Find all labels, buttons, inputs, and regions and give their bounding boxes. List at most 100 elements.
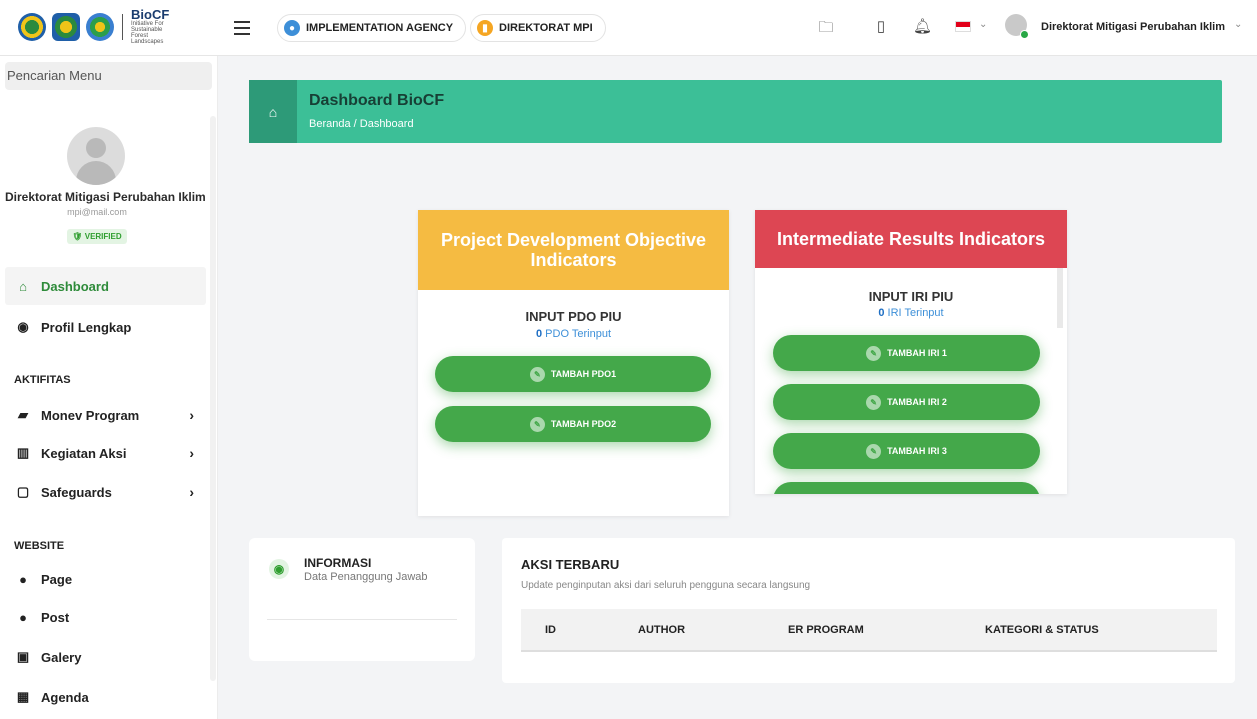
add-pdo1-label: TAMBAH PDO1: [550, 369, 617, 379]
sidebar-item-agenda[interactable]: ▦ Agenda: [5, 678, 206, 716]
user-circle-icon: ◉: [269, 559, 289, 579]
menu-search-input[interactable]: Pencarian Menu: [5, 62, 212, 90]
globe-icon: ●: [19, 609, 27, 625]
home-icon: ⌂: [19, 278, 27, 294]
edit-icon: ✎: [866, 394, 882, 410]
sidebar-item-label: Post: [41, 609, 70, 625]
breadcrumb[interactable]: Beranda / Dashboard: [309, 118, 414, 130]
profile-email: mpi@mail.com: [67, 207, 127, 217]
add-pdo2-label: TAMBAH PDO2: [550, 419, 617, 429]
add-iri3-button[interactable]: ✎ TAMBAH IRI 3: [773, 433, 1040, 469]
pdo-input-label: INPUT PDO PIU: [525, 309, 622, 324]
sidebar-item-galery[interactable]: ▣ Galery: [5, 638, 206, 676]
sidebar-item-label: Galery: [41, 649, 82, 665]
sidebar-item-label: Safeguards: [41, 484, 112, 500]
pdo-indicators-card: Project Development Objective Indicators…: [418, 210, 729, 516]
sidebar-item-dashboard[interactable]: ⌂ Dashboard: [5, 267, 206, 305]
page-title: Dashboard BioCF: [309, 92, 445, 109]
sidebar-item-post[interactable]: ● Post: [5, 598, 206, 636]
online-status-dot: [1020, 30, 1029, 39]
pdo-card-title: Project Development Objective Indicators: [418, 210, 729, 290]
column-header-er-program[interactable]: ER PROGRAM: [788, 624, 864, 636]
profile-avatar: [67, 127, 125, 185]
logo-group[interactable]: BioCF Initiative For Sustainable Forest …: [18, 7, 179, 45]
direktorat-icon: ▮: [477, 20, 493, 36]
verified-badge: 🛡︎ VERIFIED: [67, 229, 127, 244]
column-header-id[interactable]: ID: [545, 624, 556, 636]
edit-icon: ✎: [529, 366, 545, 382]
pdo-count-suffix: PDO Terinput: [542, 328, 611, 340]
iri-indicators-card: Intermediate Results Indicators INPUT IR…: [755, 210, 1067, 494]
aksi-title: AKSI TERBARU: [521, 557, 620, 572]
iri-count: 0 IRI Terinput: [755, 307, 1067, 319]
chevron-right-icon: ›: [189, 445, 194, 461]
column-header-author[interactable]: AUTHOR: [638, 624, 685, 636]
edit-icon: ✎: [529, 416, 545, 432]
iri-card-title: Intermediate Results Indicators: [755, 210, 1067, 268]
bell-icon[interactable]: 🔔︎: [913, 17, 932, 37]
globe-icon: ●: [19, 571, 27, 587]
image-icon: ▣: [16, 649, 30, 664]
folder-icon[interactable]: 🗀: [817, 17, 835, 37]
sidebar-item-safeguards[interactable]: ▢ Safeguards ›: [5, 473, 206, 511]
user-circle-icon: ◉: [17, 319, 29, 334]
add-iri-more-button[interactable]: [773, 482, 1040, 494]
iri-count-suffix: IRI Terinput: [884, 307, 944, 319]
sidebar-item-label: Kegiatan Aksi: [41, 445, 127, 461]
add-iri1-button[interactable]: ✎ TAMBAH IRI 1: [773, 335, 1040, 371]
biocf-logo-text: BioCF: [131, 7, 170, 22]
sidebar-item-label: Dashboard: [41, 278, 109, 294]
edit-icon: ✎: [866, 443, 882, 459]
edit-icon: ✎: [866, 345, 882, 361]
home-icon[interactable]: ⌂: [249, 80, 297, 143]
menu-toggle-icon[interactable]: [234, 21, 250, 35]
section-aktifitas: AKTIFITAS: [14, 374, 71, 386]
sidebar-item-kegiatan-aksi[interactable]: ▥ Kegiatan Aksi ›: [5, 434, 206, 472]
biocf-logo-subtitle: Initiative For Sustainable Forest Landsc…: [131, 21, 164, 45]
sidebar-item-label: Agenda: [41, 689, 89, 705]
province-logo-icon: [52, 13, 80, 41]
profile-name: Direktorat Mitigasi Perubahan Iklim: [5, 190, 206, 204]
folder-open-icon: ▰: [18, 407, 28, 422]
partner-logo-icon: [86, 13, 114, 41]
document-icon: ▢: [16, 484, 30, 499]
section-website: WEBSITE: [14, 540, 65, 552]
aksi-subtitle: Update penginputan aksi dari seluruh pen…: [521, 580, 811, 591]
implementation-agency-pill[interactable]: ● IMPLEMENTATION AGENCY: [277, 14, 467, 42]
page-header: ⌂ Dashboard BioCF Beranda / Dashboard: [249, 80, 1222, 143]
add-pdo2-button[interactable]: ✎ TAMBAH PDO2: [435, 406, 711, 442]
map-icon: ▥: [16, 445, 30, 460]
agency-label: IMPLEMENTATION AGENCY: [306, 22, 454, 34]
sidebar-scrollbar[interactable]: [210, 116, 216, 681]
biocf-logo: BioCF Initiative For Sustainable Forest …: [131, 7, 179, 45]
sidebar-item-page[interactable]: ● Page: [5, 560, 206, 598]
chevron-right-icon: ›: [189, 484, 194, 500]
informasi-subtitle: Data Penanggung Jawab: [304, 571, 428, 583]
add-iri3-label: TAMBAH IRI 3: [887, 446, 947, 456]
chevron-right-icon: ›: [189, 407, 194, 423]
user-menu-chevron-icon[interactable]: ⌄: [1234, 19, 1242, 30]
add-pdo1-button[interactable]: ✎ TAMBAH PDO1: [435, 356, 711, 392]
direktorat-pill[interactable]: ▮ DIREKTORAT MPI: [470, 14, 606, 42]
sidebar-item-monev-program[interactable]: ▰ Monev Program ›: [5, 396, 206, 434]
agency-icon: ●: [284, 20, 300, 36]
add-iri1-label: TAMBAH IRI 1: [887, 348, 947, 358]
user-name[interactable]: Direktorat Mitigasi Perubahan Iklim: [1041, 21, 1225, 33]
divider: [267, 619, 457, 620]
aksi-table-header: ID AUTHOR ER PROGRAM KATEGORI & STATUS: [521, 609, 1217, 652]
iri-input-label: INPUT IRI PIU: [868, 289, 954, 304]
language-chevron-icon[interactable]: ⌄: [979, 19, 987, 30]
ministry-logo-icon: [18, 13, 46, 41]
sidebar-item-label: Profil Lengkap: [41, 319, 132, 335]
iri-scrollbar[interactable]: [1057, 268, 1063, 328]
top-navbar: BioCF Initiative For Sustainable Forest …: [0, 0, 1257, 56]
sidebar-item-label: Page: [41, 571, 73, 587]
direktorat-label: DIREKTORAT MPI: [499, 22, 593, 34]
column-header-kategori-status[interactable]: KATEGORI & STATUS: [985, 624, 1099, 636]
sidebar-item-profil-lengkap[interactable]: ◉ Profil Lengkap: [5, 308, 206, 346]
language-flag-icon[interactable]: [955, 21, 971, 32]
informasi-card: ◉ INFORMASI Data Penanggung Jawab: [249, 538, 475, 661]
book-icon[interactable]: ▯: [872, 17, 890, 37]
add-iri2-button[interactable]: ✎ TAMBAH IRI 2: [773, 384, 1040, 420]
pdo-count: 0 PDO Terinput: [418, 328, 729, 340]
